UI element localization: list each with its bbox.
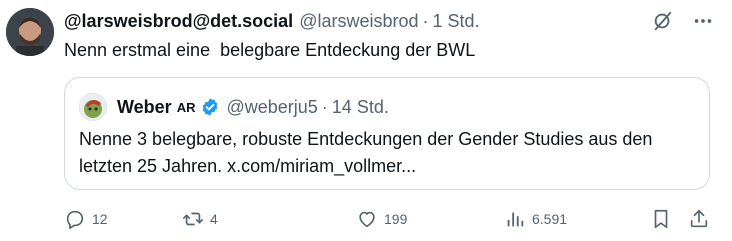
quoted-post-time[interactable]: 14 Std. [332,97,389,118]
author-handle[interactable]: @larsweisbrod [299,11,418,32]
grok-icon[interactable] [650,8,676,34]
reply-icon [64,208,86,230]
post-text: Nenn erstmal eine belegbare Entdeckung d… [64,40,476,60]
verified-badge-icon [200,97,220,117]
like-button[interactable]: 199 [356,208,407,230]
more-icon[interactable] [690,8,716,34]
avatar[interactable] [6,8,54,56]
reply-count: 12 [92,211,108,227]
like-count: 199 [384,211,408,227]
like-icon [356,208,378,230]
repost-count: 4 [210,211,218,227]
quoted-avatar[interactable] [79,93,107,121]
action-bar: 12 4 199 6.591 [64,208,716,234]
quoted-post-text: Nenne 3 belegbare, robuste Entdeckungen … [79,126,699,180]
post-time[interactable]: 1 Std. [433,11,480,32]
reply-button[interactable]: 12 [64,208,108,230]
author-name[interactable]: @larsweisbrod@det.social [64,11,293,32]
repost-button[interactable]: 4 [182,208,218,230]
views-button[interactable]: 6.591 [504,208,567,230]
quoted-post-card[interactable]: Weber AR @weberju5 · 14 Std. Nenne 3 bel… [64,77,710,190]
quoted-text-line-2: letzten 25 Jahren. x.com/miriam_vollmer.… [79,156,417,176]
repost-icon [182,208,204,230]
quoted-separator-dot: · [321,96,328,117]
views-icon [504,208,526,230]
share-button[interactable] [688,208,710,230]
share-icon [688,208,710,230]
quoted-name-suffix: AR [176,99,196,115]
views-count: 6.591 [532,211,568,227]
quoted-author-name[interactable]: Weber [117,97,172,118]
top-icons [650,8,716,34]
bookmark-icon [650,208,672,230]
quoted-header: Weber AR @weberju5 · 14 Std. [117,96,389,118]
quoted-author-handle[interactable]: @weberju5 [226,97,317,118]
post-header: @larsweisbrod@det.social @larsweisbrod ·… [64,10,480,32]
quoted-text-line-1: Nenne 3 belegbare, robuste Entdeckungen … [79,129,653,149]
separator-dot: · [422,10,429,31]
bookmark-button[interactable] [650,208,672,230]
